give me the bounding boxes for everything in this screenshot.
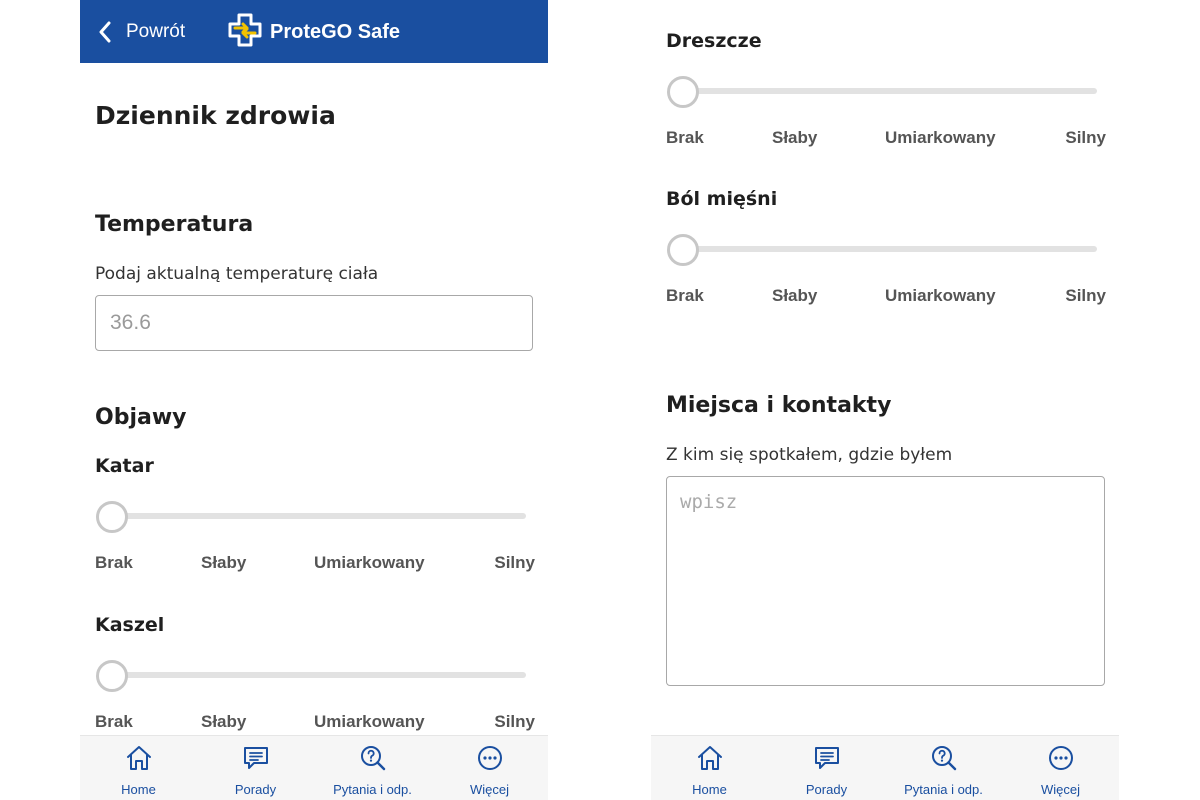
level-label-weak[interactable]: Słaby [201, 553, 246, 573]
symptoms-title: Objawy [95, 405, 187, 430]
tab-faq[interactable]: Pytania i odp. [885, 744, 1002, 797]
kaszel-slider[interactable] [96, 658, 538, 692]
slider-thumb[interactable] [667, 234, 699, 266]
slider-track [112, 513, 526, 519]
tab-label: Więcej [469, 782, 509, 797]
contacts-description: Z kim się spotkałem, gdzie byłem [666, 445, 953, 465]
tab-home[interactable]: Home [651, 744, 768, 797]
symptom-label-dreszcze: Dreszcze [666, 30, 762, 52]
logo-text: ProteGO Safe [270, 20, 401, 43]
level-label-moderate[interactable]: Umiarkowany [885, 286, 996, 306]
slider-thumb[interactable] [96, 660, 128, 692]
level-label-none[interactable]: Brak [95, 553, 133, 573]
screen-right: Dreszcze Brak Słaby Umiarkowany Silny Bó… [651, 0, 1119, 800]
contacts-title: Miejsca i kontakty [666, 393, 892, 418]
kaszel-level-labels: Brak Słaby Umiarkowany Silny [95, 712, 535, 736]
level-label-moderate[interactable]: Umiarkowany [314, 553, 425, 573]
dreszcze-level-labels: Brak Słaby Umiarkowany Silny [666, 128, 1106, 152]
slider-track [683, 88, 1097, 94]
tab-label: Więcej [1040, 782, 1080, 797]
contacts-textarea[interactable] [666, 476, 1105, 686]
tab-label: Home [121, 782, 156, 797]
tab-label: Porady [234, 782, 277, 797]
tab-label: Home [692, 782, 727, 797]
level-label-weak[interactable]: Słaby [201, 712, 246, 732]
tab-more[interactable]: Więcej [431, 744, 548, 797]
temperature-title: Temperatura [95, 212, 254, 237]
level-label-strong[interactable]: Silny [494, 553, 535, 573]
level-label-none[interactable]: Brak [95, 712, 133, 732]
level-label-moderate[interactable]: Umiarkowany [314, 712, 425, 732]
back-label: Powrót [126, 21, 186, 42]
tab-porady[interactable]: Porady [768, 744, 885, 797]
symptom-label-katar: Katar [95, 455, 154, 477]
tab-label: Porady [805, 782, 848, 797]
tab-faq[interactable]: Pytania i odp. [314, 744, 431, 797]
bol-miesni-slider[interactable] [667, 232, 1109, 266]
bol-miesni-level-labels: Brak Słaby Umiarkowany Silny [666, 286, 1106, 310]
page-title: Dziennik zdrowia [95, 101, 336, 130]
slider-thumb[interactable] [96, 501, 128, 533]
tab-label: Pytania i odp. [904, 782, 983, 797]
katar-slider[interactable] [96, 499, 538, 533]
level-label-weak[interactable]: Słaby [772, 286, 817, 306]
level-label-weak[interactable]: Słaby [772, 128, 817, 148]
temperature-description: Podaj aktualną temperaturę ciała [95, 264, 379, 284]
back-button[interactable]: Powrót [98, 16, 185, 48]
slider-track [112, 672, 526, 678]
level-label-strong[interactable]: Silny [1065, 128, 1106, 148]
level-label-moderate[interactable]: Umiarkowany [885, 128, 996, 148]
tab-home[interactable]: Home [80, 744, 197, 797]
tab-label: Pytania i odp. [333, 782, 412, 797]
protego-cross-icon [226, 11, 264, 53]
tab-bar: Home Porady Pytania i odp. Więcej [651, 735, 1119, 800]
level-label-none[interactable]: Brak [666, 128, 704, 148]
screen-left: Powrót ProteGO Safe Dziennik zdrowia Tem… [80, 0, 548, 800]
dreszcze-slider[interactable] [667, 74, 1109, 108]
level-label-strong[interactable]: Silny [494, 712, 535, 732]
tab-more[interactable]: Więcej [1002, 744, 1119, 797]
slider-thumb[interactable] [667, 76, 699, 108]
tab-porady[interactable]: Porady [197, 744, 314, 797]
level-label-strong[interactable]: Silny [1065, 286, 1106, 306]
chevron-left-icon [98, 21, 112, 43]
katar-level-labels: Brak Słaby Umiarkowany Silny [95, 553, 535, 577]
symptom-label-kaszel: Kaszel [95, 614, 165, 636]
app-logo: ProteGO Safe [226, 13, 400, 51]
app-bar: Powrót ProteGO Safe [80, 0, 548, 63]
symptom-label-bol-miesni: Ból mięśni [666, 188, 778, 210]
level-label-none[interactable]: Brak [666, 286, 704, 306]
temperature-input[interactable] [95, 295, 533, 351]
tab-bar: Home Porady Pytania i odp. Więcej [80, 735, 548, 800]
slider-track [683, 246, 1097, 252]
